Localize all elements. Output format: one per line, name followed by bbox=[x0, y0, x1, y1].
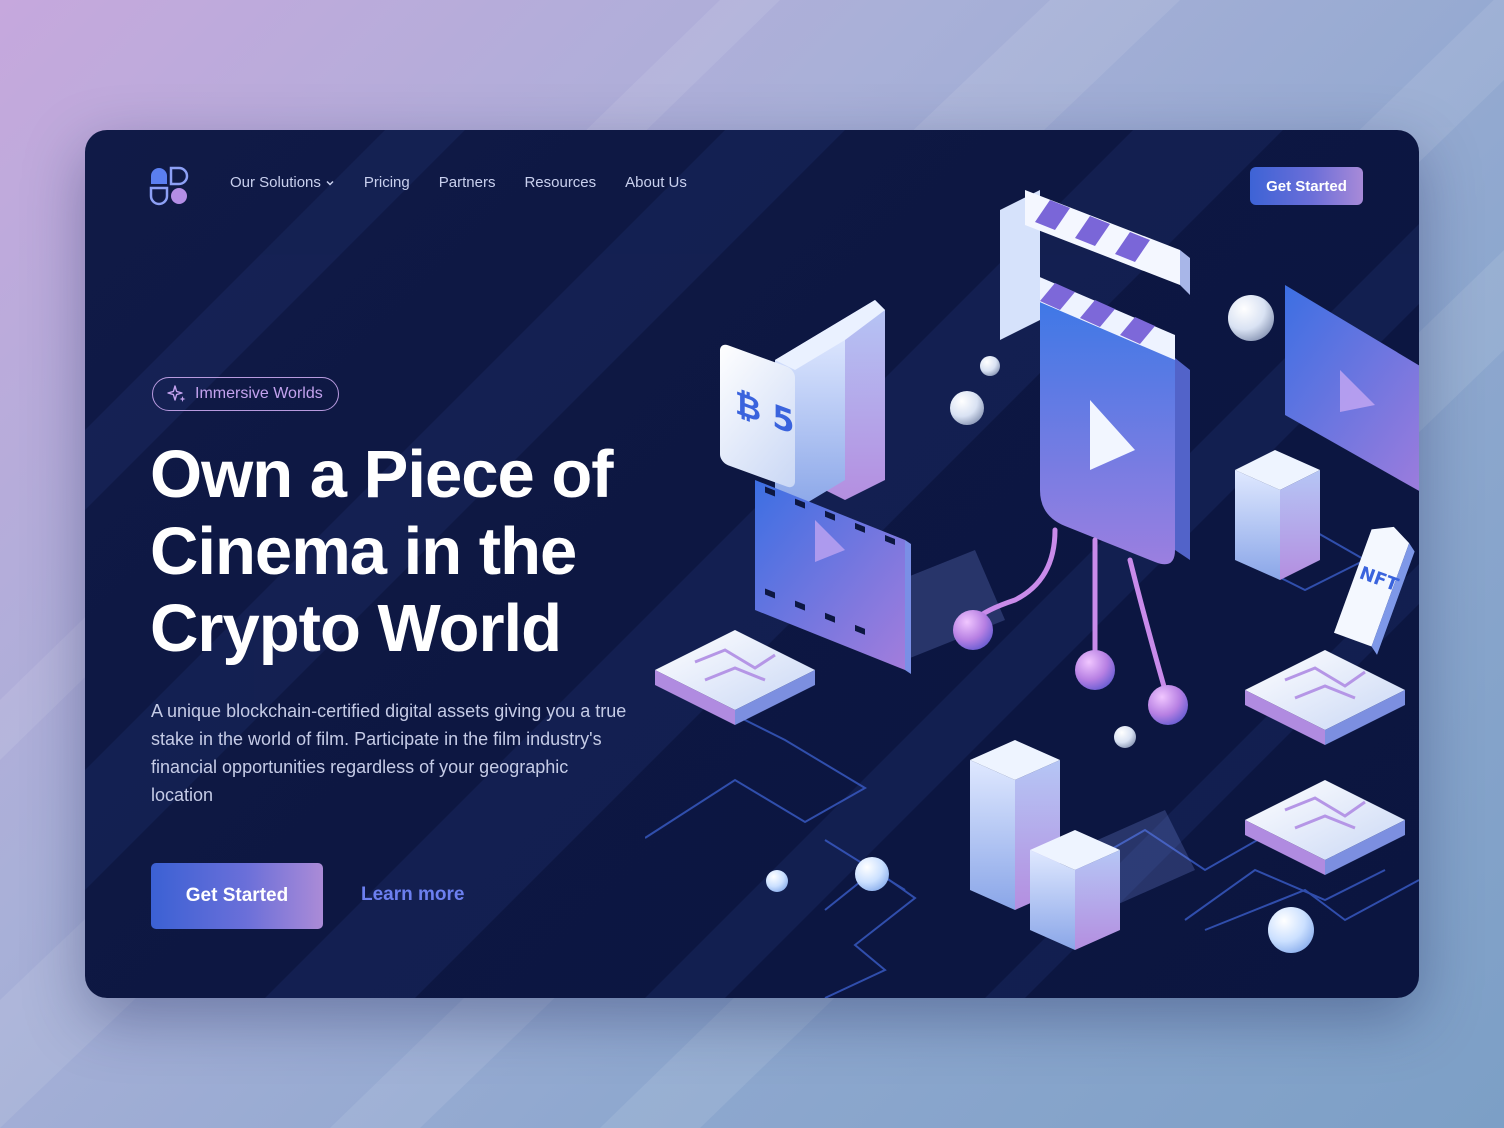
cinema-crypto-illustration: ₿ 5 NFT bbox=[645, 190, 1419, 998]
nav-item-about-us[interactable]: About Us bbox=[625, 174, 687, 191]
nav-item-label: Our Solutions bbox=[230, 174, 321, 191]
immersive-worlds-badge: Immersive Worlds bbox=[152, 377, 339, 411]
sparkle-icon bbox=[167, 385, 186, 402]
nav-item-resources[interactable]: Resources bbox=[524, 174, 596, 191]
hero-description: A unique blockchain-certified digital as… bbox=[151, 701, 627, 805]
learn-more-link[interactable]: Learn more bbox=[361, 884, 464, 906]
get-started-button[interactable]: Get Started bbox=[151, 863, 323, 929]
nav-item-label: Pricing bbox=[363, 174, 410, 191]
chevron-down-icon bbox=[326, 180, 334, 186]
logo-icon[interactable] bbox=[149, 166, 189, 206]
nav-item-pricing[interactable]: Pricing bbox=[364, 174, 410, 191]
nav-item-label: About Us bbox=[625, 174, 687, 191]
main-nav: Our Solutions Pricing Partners Resources… bbox=[230, 174, 716, 191]
nav-item-label: Resources bbox=[524, 174, 597, 191]
nav-item-label: Partners bbox=[438, 174, 496, 191]
headline-line: Crypto World bbox=[150, 591, 562, 666]
headline-line: Cinema in the bbox=[150, 514, 577, 589]
nav-get-started-button[interactable]: Get Started bbox=[1250, 167, 1363, 205]
badge-label: Immersive Worlds bbox=[195, 385, 323, 402]
nav-item-our-solutions[interactable]: Our Solutions bbox=[230, 174, 335, 191]
nav-item-partners[interactable]: Partners bbox=[439, 174, 496, 191]
headline-line: Own a Piece of bbox=[150, 437, 614, 512]
hero-card: ₿ 5 NFT Our Solutions Pricing Partners R… bbox=[85, 130, 1419, 998]
hero-headline: Own a Piece of Cinema in the Crypto Worl… bbox=[150, 436, 710, 667]
